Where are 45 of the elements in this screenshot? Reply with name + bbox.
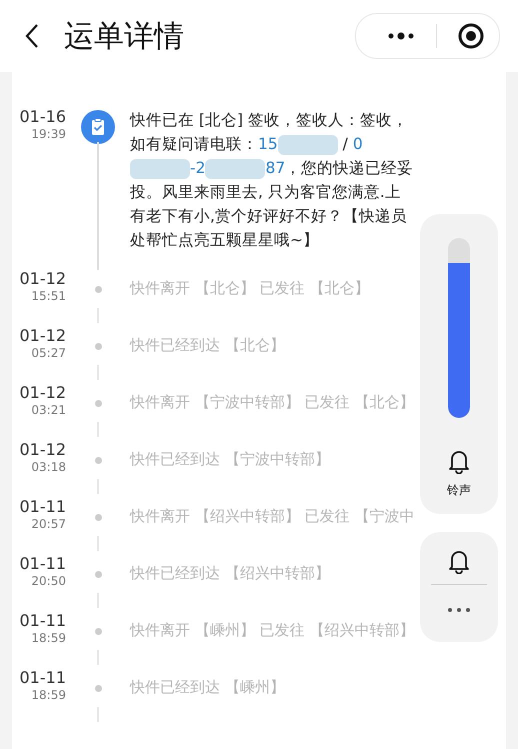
event-time: 18:59 — [31, 687, 66, 703]
event-time: 15:51 — [31, 288, 66, 304]
more-icon[interactable] — [386, 30, 416, 42]
bell-icon[interactable] — [448, 548, 470, 574]
event-date: 01-12 — [20, 384, 66, 402]
close-target-icon[interactable] — [457, 22, 485, 50]
timeline-dot — [94, 514, 102, 521]
timeline-dot — [94, 628, 102, 635]
event-time: 20:50 — [31, 573, 66, 589]
event-date: 01-11 — [20, 612, 66, 630]
event-date: 01-11 — [20, 669, 66, 687]
timeline-dot — [94, 457, 102, 464]
clipboard-check-icon — [81, 110, 115, 144]
event-time: 20:57 — [31, 516, 66, 532]
ringtone-label: 铃声 — [447, 482, 471, 499]
page-title: 运单详情 — [64, 18, 185, 56]
event-date: 01-12 — [20, 270, 66, 288]
event-description: 快件已经到达 【宁波中转部】 — [130, 450, 330, 470]
event-description: 快件已在 [北仑] 签收，签收人：签收，如有疑问请电联：15 / 0 -2 87，您的快递已经妥投。风里来雨里去, 只为客官您满意.上有老下有小,赏个好评好不好？【快递员处帮忙点亮五颗星星哦~】 — [130, 110, 414, 251]
back-icon[interactable] — [24, 23, 40, 49]
bell-icon[interactable] — [448, 448, 470, 474]
event-time: 05:27 — [31, 345, 66, 361]
event-time: 19:39 — [31, 126, 66, 142]
event-time: 03:18 — [31, 459, 66, 475]
event-date: 01-16 — [20, 108, 66, 126]
event-description: 快件已经到达 【绍兴中转部】 — [130, 564, 330, 584]
timeline-dot — [94, 685, 102, 692]
event-time: 03:21 — [31, 402, 66, 418]
event-description: 快件离开 【绍兴中转部】 已发往 【宁波中 — [130, 507, 414, 527]
event-description: 快件离开 【北仑】 已发往 【北仑】 — [130, 279, 370, 299]
volume-slider[interactable] — [448, 238, 470, 418]
timeline-dot — [94, 286, 102, 293]
event-date: 01-11 — [20, 555, 66, 573]
event-description: 快件离开 【嵊州】 已发往 【绍兴中转部】 — [130, 621, 414, 641]
more-icon[interactable] — [447, 607, 471, 613]
event-date: 01-12 — [20, 327, 66, 345]
event-description: 快件离开 【宁波中转部】 已发往 【北仑】 — [130, 393, 414, 413]
event-time: 18:59 — [31, 630, 66, 646]
event-description: 快件已经到达 【嵊州】 — [130, 678, 285, 698]
timeline-dot — [94, 571, 102, 578]
event-date: 01-12 — [20, 441, 66, 459]
timeline-dot — [94, 343, 102, 350]
timeline-dot — [94, 400, 102, 407]
event-date: 01-11 — [20, 498, 66, 516]
event-description: 快件已经到达 【北仑】 — [130, 336, 285, 356]
